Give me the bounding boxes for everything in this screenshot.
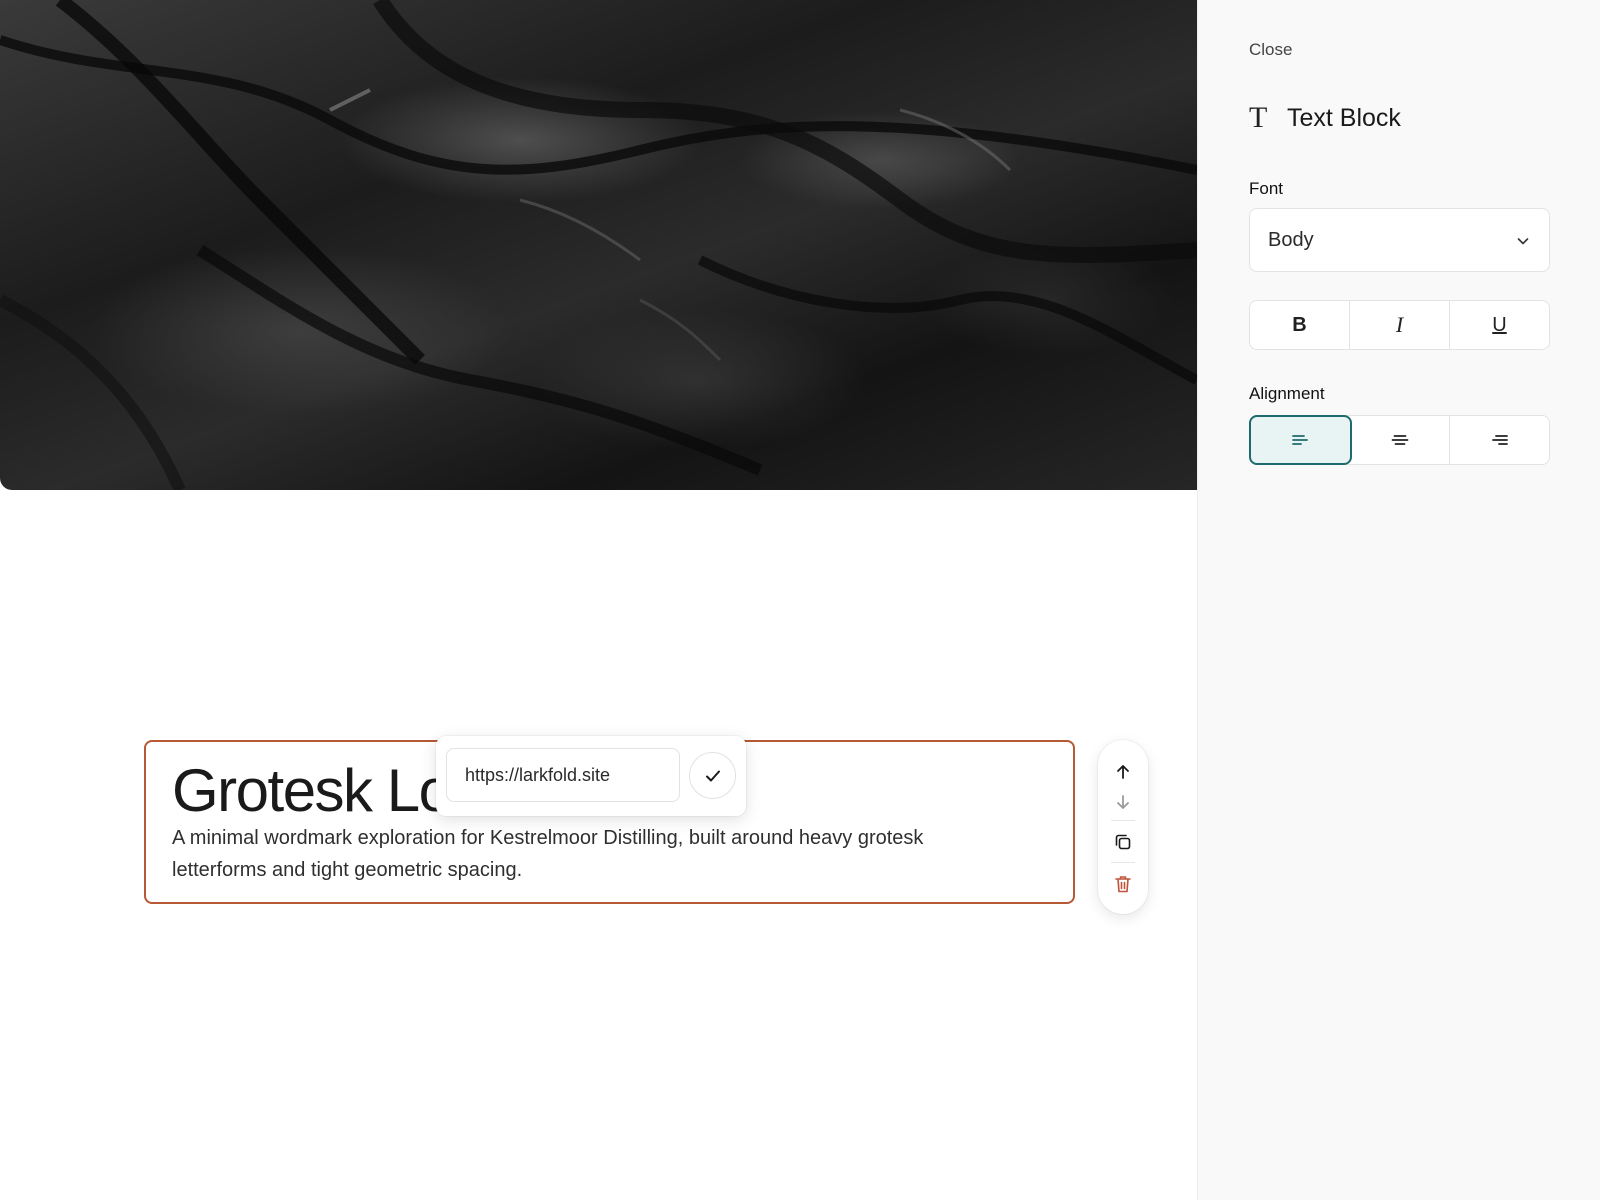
- trash-icon: [1115, 876, 1131, 893]
- close-button[interactable]: Close: [1249, 40, 1292, 60]
- underline-label: U: [1492, 313, 1507, 336]
- align-center-icon: [1391, 435, 1409, 445]
- text-block-icon: T: [1249, 101, 1268, 134]
- alignment-label: Alignment: [1249, 384, 1325, 403]
- font-label: Font: [1249, 179, 1284, 198]
- arrow-up-icon: [1117, 765, 1129, 779]
- move-up-button[interactable]: [1111, 760, 1135, 784]
- hero-texture: [0, 0, 1197, 490]
- link-popover: [436, 736, 746, 816]
- properties-panel: Close T Text Block Font Body B I U Align…: [1197, 0, 1600, 1200]
- align-right-icon: [1491, 435, 1508, 445]
- italic-button[interactable]: I: [1350, 301, 1450, 349]
- block-body[interactable]: A minimal wordmark exploration for Kestr…: [172, 822, 992, 886]
- bold-label: B: [1292, 313, 1307, 336]
- italic-label: I: [1395, 312, 1404, 337]
- chevron-down-icon: [1517, 238, 1529, 245]
- check-icon: [705, 770, 720, 781]
- align-center-button[interactable]: [1351, 416, 1451, 464]
- bold-button[interactable]: B: [1250, 301, 1350, 349]
- panel-title: Text Block: [1287, 104, 1401, 132]
- align-left-button[interactable]: [1249, 415, 1352, 465]
- link-url-input[interactable]: [446, 748, 680, 802]
- duplicate-button[interactable]: [1111, 830, 1135, 854]
- align-left-icon: [1292, 435, 1309, 445]
- toolbar-divider: [1111, 820, 1135, 821]
- block-title[interactable]: Grotesk Lo: [172, 756, 452, 826]
- editor-canvas: Grotesk Lo A minimal wordmark exploratio…: [0, 0, 1197, 1200]
- panel-heading: T Text Block: [1249, 100, 1401, 136]
- arrow-down-icon: [1117, 795, 1129, 809]
- toolbar-divider: [1111, 862, 1135, 863]
- move-down-button[interactable]: [1111, 790, 1135, 814]
- underline-button[interactable]: U: [1450, 301, 1549, 349]
- duplicate-icon: [1115, 834, 1131, 850]
- hero-image[interactable]: [0, 0, 1197, 490]
- delete-button[interactable]: [1111, 872, 1135, 896]
- font-select[interactable]: Body: [1249, 208, 1550, 272]
- alignment-group: [1249, 415, 1550, 465]
- text-format-group: B I U: [1249, 300, 1550, 350]
- align-right-button[interactable]: [1450, 416, 1549, 464]
- block-toolbar: [1098, 740, 1148, 914]
- font-select-value: Body: [1268, 229, 1314, 251]
- link-confirm-button[interactable]: [689, 752, 736, 799]
